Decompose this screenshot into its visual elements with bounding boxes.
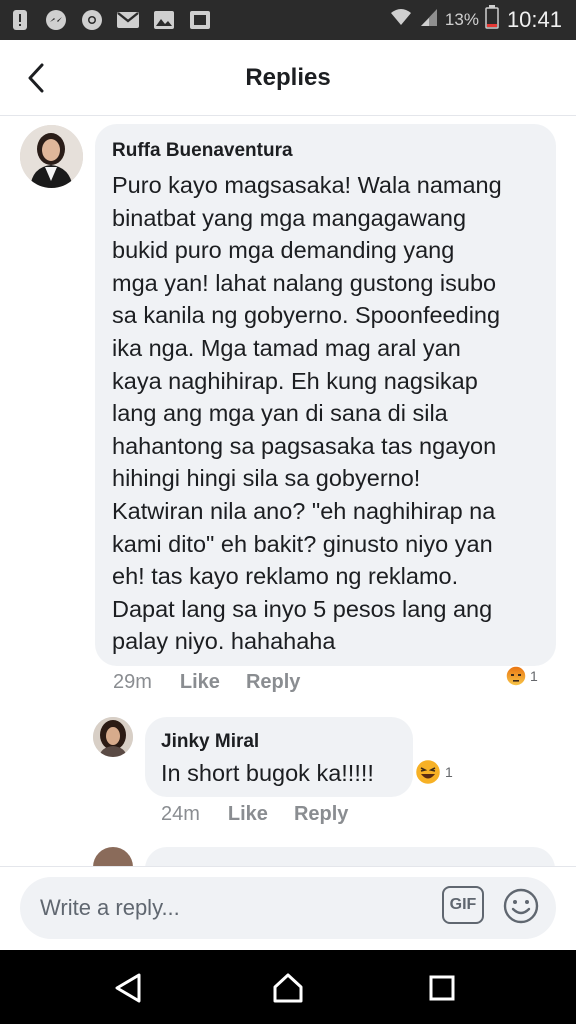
- angry-reaction-icon: [505, 665, 527, 687]
- avatar[interactable]: [93, 847, 133, 867]
- battery-percent: 13%: [444, 10, 479, 29]
- chrome-icon: [80, 9, 104, 31]
- home-icon: [273, 973, 303, 1003]
- comment-time: 24m: [161, 803, 200, 825]
- reply-button[interactable]: Reply: [294, 803, 348, 826]
- reaction-count: 1: [530, 668, 538, 684]
- nav-home-button[interactable]: [266, 966, 310, 1010]
- notification-icons: [8, 9, 212, 31]
- comments-list: Ruffa Buenaventura Puro kayo magsasaka! …: [0, 117, 576, 867]
- comment-text: In short bugok ka!!!!!: [161, 760, 374, 786]
- emoji-button[interactable]: [502, 887, 540, 925]
- warning-icon: [8, 9, 32, 31]
- comment-actions: 29m Like Reply: [113, 671, 326, 694]
- smiley-icon: [503, 888, 539, 924]
- gallery-icon: [152, 9, 176, 31]
- back-button[interactable]: [18, 60, 54, 96]
- system-status: 13% 10:41: [389, 5, 562, 35]
- battery-icon: [485, 5, 499, 35]
- reply-button[interactable]: Reply: [246, 671, 300, 694]
- nav-back-button[interactable]: [106, 966, 150, 1010]
- reply-composer: Write a reply... GIF: [0, 866, 576, 950]
- comment-author[interactable]: Ruffa Buenaventura: [112, 140, 293, 162]
- photos-icon: [188, 9, 212, 31]
- page-title: Replies: [245, 63, 331, 91]
- avatar[interactable]: [20, 125, 83, 188]
- status-bar: 13% 10:41: [0, 0, 576, 40]
- comment-author[interactable]: Jinky Miral: [161, 731, 259, 753]
- reply-bubble: [145, 847, 555, 867]
- reaction-summary[interactable]: 1: [414, 758, 453, 786]
- like-button[interactable]: Like: [228, 803, 268, 826]
- comment-actions: 24m Like Reply: [161, 803, 374, 826]
- back-arrow-icon: [28, 63, 44, 93]
- comment-time: 29m: [113, 671, 152, 693]
- reaction-summary[interactable]: 1: [505, 665, 538, 687]
- messenger-icon: [44, 9, 68, 31]
- recents-icon: [429, 975, 455, 1001]
- back-triangle-icon: [115, 973, 141, 1003]
- signal-icon: [419, 7, 439, 33]
- header: Replies: [0, 40, 576, 116]
- nav-recents-button[interactable]: [420, 966, 464, 1010]
- gif-button[interactable]: GIF: [442, 886, 484, 924]
- wifi-icon: [389, 7, 413, 33]
- like-button[interactable]: Like: [180, 671, 220, 694]
- avatar[interactable]: [93, 717, 133, 757]
- comment-text: Puro kayo magsasaka! Wala namang binatba…: [112, 172, 502, 655]
- system-nav-bar: [0, 950, 576, 1024]
- reaction-count: 1: [445, 764, 453, 780]
- clock: 10:41: [506, 7, 562, 32]
- haha-reaction-icon: [414, 758, 442, 786]
- gmail-icon: [116, 9, 140, 31]
